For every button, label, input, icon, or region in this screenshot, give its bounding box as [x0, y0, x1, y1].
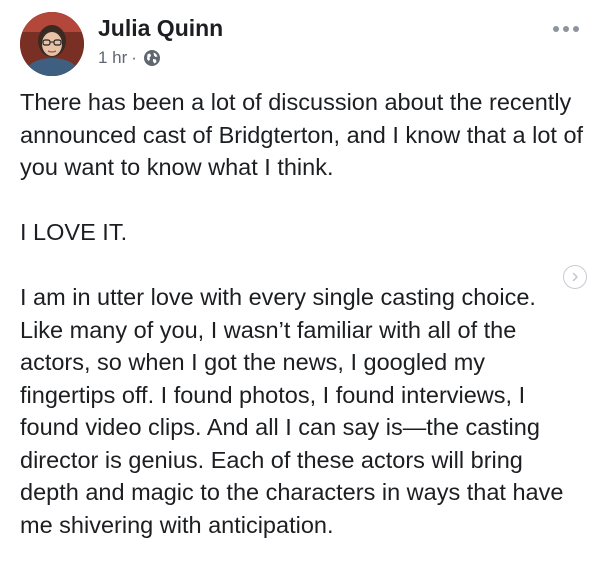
post-meta: Julia Quinn 1 hr · — [98, 14, 223, 68]
more-dot — [553, 26, 559, 32]
post-paragraph: I am in utter love with every single cas… — [20, 284, 564, 538]
avatar[interactable] — [20, 12, 84, 76]
post-paragraph: I LOVE IT. — [20, 219, 128, 245]
post-timestamp[interactable]: 1 hr — [98, 48, 127, 68]
chevron-right-icon[interactable] — [563, 265, 587, 289]
globe-icon[interactable] — [143, 49, 161, 67]
more-dot — [573, 26, 579, 32]
more-options-icon[interactable] — [553, 22, 579, 36]
more-dot — [563, 26, 569, 32]
author-name[interactable]: Julia Quinn — [98, 14, 223, 42]
post-paragraph: There has been a lot of discussion about… — [20, 89, 584, 180]
post-body: There has been a lot of discussion about… — [20, 86, 585, 541]
facebook-post: Julia Quinn 1 hr · There has been a lot — [0, 0, 599, 578]
meta-separator: · — [131, 48, 137, 67]
avatar-image — [20, 12, 84, 76]
post-submeta: 1 hr · — [98, 48, 223, 68]
post-header: Julia Quinn 1 hr · — [20, 12, 223, 76]
